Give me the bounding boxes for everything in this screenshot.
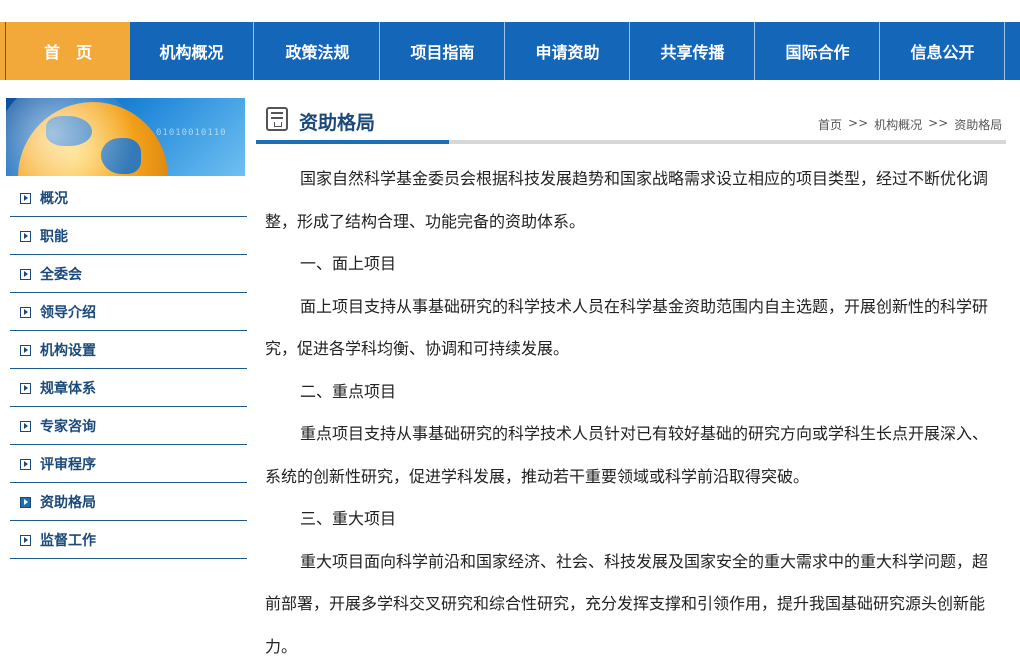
arrow-right-icon	[20, 231, 31, 242]
sidebar-item-funding[interactable]: 资助格局	[10, 484, 247, 521]
sidebar-item-functions[interactable]: 职能	[10, 218, 247, 255]
title-underline	[256, 140, 449, 144]
sidebar-item-experts[interactable]: 专家咨询	[10, 408, 247, 445]
arrow-right-icon	[20, 459, 31, 470]
arrow-right-icon	[20, 383, 31, 394]
sidebar-item-overview[interactable]: 概况	[10, 180, 247, 217]
arrow-right-icon	[20, 535, 31, 546]
nav-guide[interactable]: 项目指南	[381, 22, 505, 80]
sidebar-item-label: 评审程序	[40, 454, 96, 474]
sidebar-item-structure[interactable]: 机构设置	[10, 332, 247, 369]
nav-international[interactable]: 国际合作	[756, 22, 880, 80]
nav-disclosure[interactable]: 信息公开	[881, 22, 1005, 80]
breadcrumb-current: 资助格局	[954, 116, 1002, 133]
paragraph: 国家自然科学基金委员会根据科技发展趋势和国家战略需求设立相应的项目类型，经过不断…	[265, 158, 1000, 243]
nav-share[interactable]: 共享传播	[631, 22, 755, 80]
sidebar-item-label: 职能	[40, 226, 68, 246]
breadcrumb-separator: >>	[848, 116, 868, 133]
sidebar-item-label: 监督工作	[40, 530, 96, 550]
sidebar-item-label: 概况	[40, 188, 68, 208]
arrow-right-icon	[20, 497, 31, 508]
sidebar-item-label: 领导介绍	[40, 302, 96, 322]
section-heading: 三、重大项目	[265, 498, 1000, 541]
sidebar-item-label: 机构设置	[40, 340, 96, 360]
sidebar-item-label: 资助格局	[40, 492, 96, 512]
article-body: 国家自然科学基金委员会根据科技发展趋势和国家战略需求设立相应的项目类型，经过不断…	[265, 158, 1000, 668]
sidebar-item-regulations[interactable]: 规章体系	[10, 370, 247, 407]
breadcrumb-separator: >>	[928, 116, 948, 133]
nav-left-accent	[0, 22, 5, 80]
paragraph: 重大项目面向科学前沿和国家经济、社会、科技发展及国家安全的重大需求中的重大科学问…	[265, 541, 1000, 668]
sidebar-item-label: 全委会	[40, 264, 82, 284]
sidebar-item-review[interactable]: 评审程序	[10, 446, 247, 483]
sidebar-menu: 概况 职能 全委会 领导介绍 机构设置 规章体系 专家咨询 评审程序 资助格局 …	[10, 180, 247, 560]
arrow-right-icon	[20, 421, 31, 432]
sidebar-item-label: 专家咨询	[40, 416, 96, 436]
arrow-right-icon	[20, 345, 31, 356]
sidebar-item-supervision[interactable]: 监督工作	[10, 522, 247, 559]
breadcrumb: 首页 >> 机构概况 >> 资助格局	[818, 116, 1002, 133]
banner-glow	[6, 98, 136, 176]
arrow-right-icon	[20, 193, 31, 204]
section-heading: 一、面上项目	[265, 243, 1000, 286]
sidebar-item-committee[interactable]: 全委会	[10, 256, 247, 293]
nav-apply[interactable]: 申请资助	[506, 22, 630, 80]
top-navigation-bar: 首 页 机构概况 政策法规 项目指南 申请资助 共享传播 国际合作 信息公开	[0, 22, 1020, 80]
sidebar-banner-image: 01010010110	[6, 98, 245, 176]
page-title: 资助格局	[299, 108, 375, 135]
paragraph: 重点项目支持从事基础研究的科学技术人员针对已有较好基础的研究方向或学科生长点开展…	[265, 413, 1000, 498]
document-icon	[266, 107, 288, 131]
paragraph: 面上项目支持从事基础研究的科学技术人员在科学基金资助范围内自主选题，开展创新性的…	[265, 286, 1000, 371]
sidebar-item-leaders[interactable]: 领导介绍	[10, 294, 247, 331]
nav-about[interactable]: 机构概况	[130, 22, 254, 80]
arrow-right-icon	[20, 307, 31, 318]
section-heading: 二、重点项目	[265, 371, 1000, 414]
breadcrumb-about[interactable]: 机构概况	[874, 116, 922, 133]
nav-home[interactable]: 首 页	[6, 22, 130, 80]
breadcrumb-home[interactable]: 首页	[818, 116, 842, 133]
arrow-right-icon	[20, 269, 31, 280]
sidebar-item-label: 规章体系	[40, 378, 96, 398]
binary-digits: 01010010110	[156, 128, 227, 138]
nav-policy[interactable]: 政策法规	[256, 22, 380, 80]
